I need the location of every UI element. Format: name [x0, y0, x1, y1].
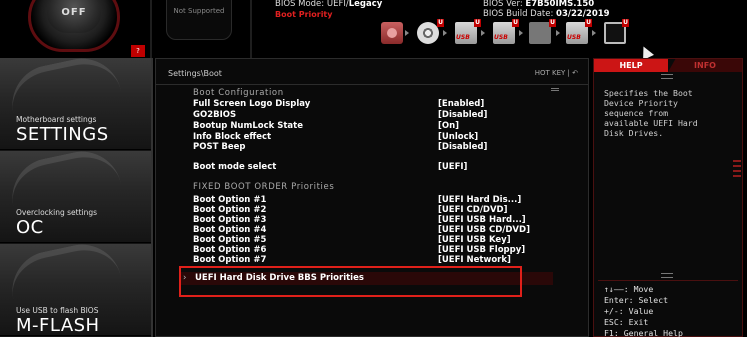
power-knob-label: OFF — [47, 0, 101, 33]
bios-date-value: 03/22/2019 — [556, 9, 610, 19]
usb-board-icon[interactable] — [529, 22, 551, 44]
bios-version: BIOS Ver: E7B50IMS.150 — [483, 0, 594, 9]
arrow-icon — [443, 30, 447, 36]
sidebar-item-caption: Use USB to flash BIOS — [16, 306, 99, 315]
u-tag: U — [622, 19, 629, 27]
u-tag: U — [549, 19, 556, 27]
usb-label: USB — [494, 34, 508, 41]
setting-row[interactable]: Bootup NumLock State [On] — [193, 121, 583, 132]
sidebar-item-title: M-FLASH — [16, 315, 100, 336]
sidebar-item-title: SETTINGS — [16, 124, 109, 145]
setting-row[interactable]: Full Screen Logo Display [Enabled] — [193, 99, 583, 110]
bios-mode-value[interactable]: Legacy — [349, 0, 383, 9]
bios-mode: BIOS Mode: UEFI/Legacy — [275, 0, 382, 9]
help-description: Specifies the Boot Device Priority seque… — [604, 88, 698, 138]
setting-row[interactable]: POST Beep [Disabled] — [193, 142, 583, 153]
tab-info[interactable]: INFO — [668, 59, 742, 72]
section-header: FIXED BOOT ORDER Priorities — [193, 182, 335, 192]
boot-option-label: Boot Option #7 — [193, 255, 267, 265]
breadcrumb: Settings\Boot — [168, 69, 222, 78]
divider — [151, 58, 153, 337]
setting-label: Bootup NumLock State — [193, 121, 303, 131]
bios-version-prefix: BIOS Ver: — [483, 0, 526, 9]
panel-grip-icon[interactable] — [733, 160, 741, 184]
sidebar-item-caption: Motherboard settings — [16, 115, 97, 124]
hdd-icon[interactable] — [381, 22, 403, 44]
divider — [598, 280, 738, 281]
usb-label: USB — [456, 34, 470, 41]
key-legend: ↑↓——: Move Enter: Select +/-: Value ESC:… — [604, 284, 683, 337]
arrow-icon — [592, 30, 596, 36]
setting-label: POST Beep — [193, 142, 246, 152]
divider — [250, 0, 252, 58]
highlight-annotation-box — [179, 266, 522, 297]
sidebar-item-m-flash[interactable]: Use USB to flash BIOS M-FLASH — [0, 244, 153, 336]
setting-value[interactable]: [Enabled] — [438, 99, 484, 110]
scroll-indicator-icon — [661, 74, 673, 79]
help-tabs: HELP INFO — [594, 59, 742, 72]
usb-label: USB — [567, 34, 581, 41]
u-tag: U — [512, 19, 519, 27]
u-tag: U — [474, 19, 481, 27]
section-header: Boot Configuration — [193, 88, 284, 98]
u-tag: U — [437, 19, 444, 27]
sidebar-item-settings[interactable]: Motherboard settings SETTINGS — [0, 58, 153, 150]
setting-label: Full Screen Logo Display — [193, 99, 311, 109]
divider — [150, 0, 152, 58]
scroll-indicator-icon — [551, 88, 559, 91]
bios-build-date: BIOS Build Date: 03/22/2019 — [483, 9, 610, 19]
arrow-icon — [556, 30, 560, 36]
arrow-icon — [405, 30, 409, 36]
setting-row[interactable]: GO2BIOS [Disabled] — [193, 110, 583, 121]
cd-icon[interactable] — [417, 22, 439, 44]
scroll-indicator-icon — [661, 273, 673, 278]
divider — [156, 84, 588, 85]
setting-label: GO2BIOS — [193, 110, 237, 120]
bios-mode-prefix: BIOS Mode: UEFI/ — [275, 0, 349, 9]
help-badge[interactable]: ? — [131, 45, 145, 57]
boot-mode-row[interactable]: Boot mode select [UEFI] — [193, 162, 583, 173]
boot-option-value[interactable]: [UEFI Network] — [438, 255, 511, 266]
sidebar-item-oc[interactable]: Overclocking settings OC — [0, 151, 153, 243]
hotkey-back-button[interactable]: HOT KEY | ↶ — [535, 69, 578, 77]
setting-value[interactable]: [Disabled] — [438, 110, 487, 121]
setting-value[interactable]: [On] — [438, 121, 459, 132]
tab-help[interactable]: HELP — [594, 59, 668, 72]
arrow-icon — [481, 30, 485, 36]
arrow-icon — [519, 30, 523, 36]
sidebar: Motherboard settings SETTINGS Overclocki… — [0, 58, 153, 337]
boot-priority-label: Boot Priority — [275, 10, 333, 19]
help-panel: HELP INFO Specifies the Boot Device Prio… — [593, 58, 743, 337]
xmp-not-supported[interactable]: Not Supported — [166, 0, 232, 40]
power-knob[interactable]: OFF — [28, 0, 120, 52]
boot-option-row[interactable]: Boot Option #7 [UEFI Network] — [193, 255, 583, 266]
bios-date-prefix: BIOS Build Date: — [483, 9, 557, 19]
main-panel: Settings\Boot HOT KEY | ↶ Boot Configura… — [155, 58, 589, 337]
u-tag: U — [585, 19, 592, 27]
bios-version-value: E7B50IMS.150 — [525, 0, 595, 9]
setting-value[interactable]: [UEFI] — [438, 162, 467, 173]
setting-label: Boot mode select — [193, 162, 277, 172]
sidebar-item-caption: Overclocking settings — [16, 208, 98, 217]
sidebar-item-title: OC — [16, 217, 44, 238]
setting-value[interactable]: [Disabled] — [438, 142, 487, 153]
top-bar: OFF ? Not Supported BIOS Mode: UEFI/Lega… — [0, 0, 747, 60]
